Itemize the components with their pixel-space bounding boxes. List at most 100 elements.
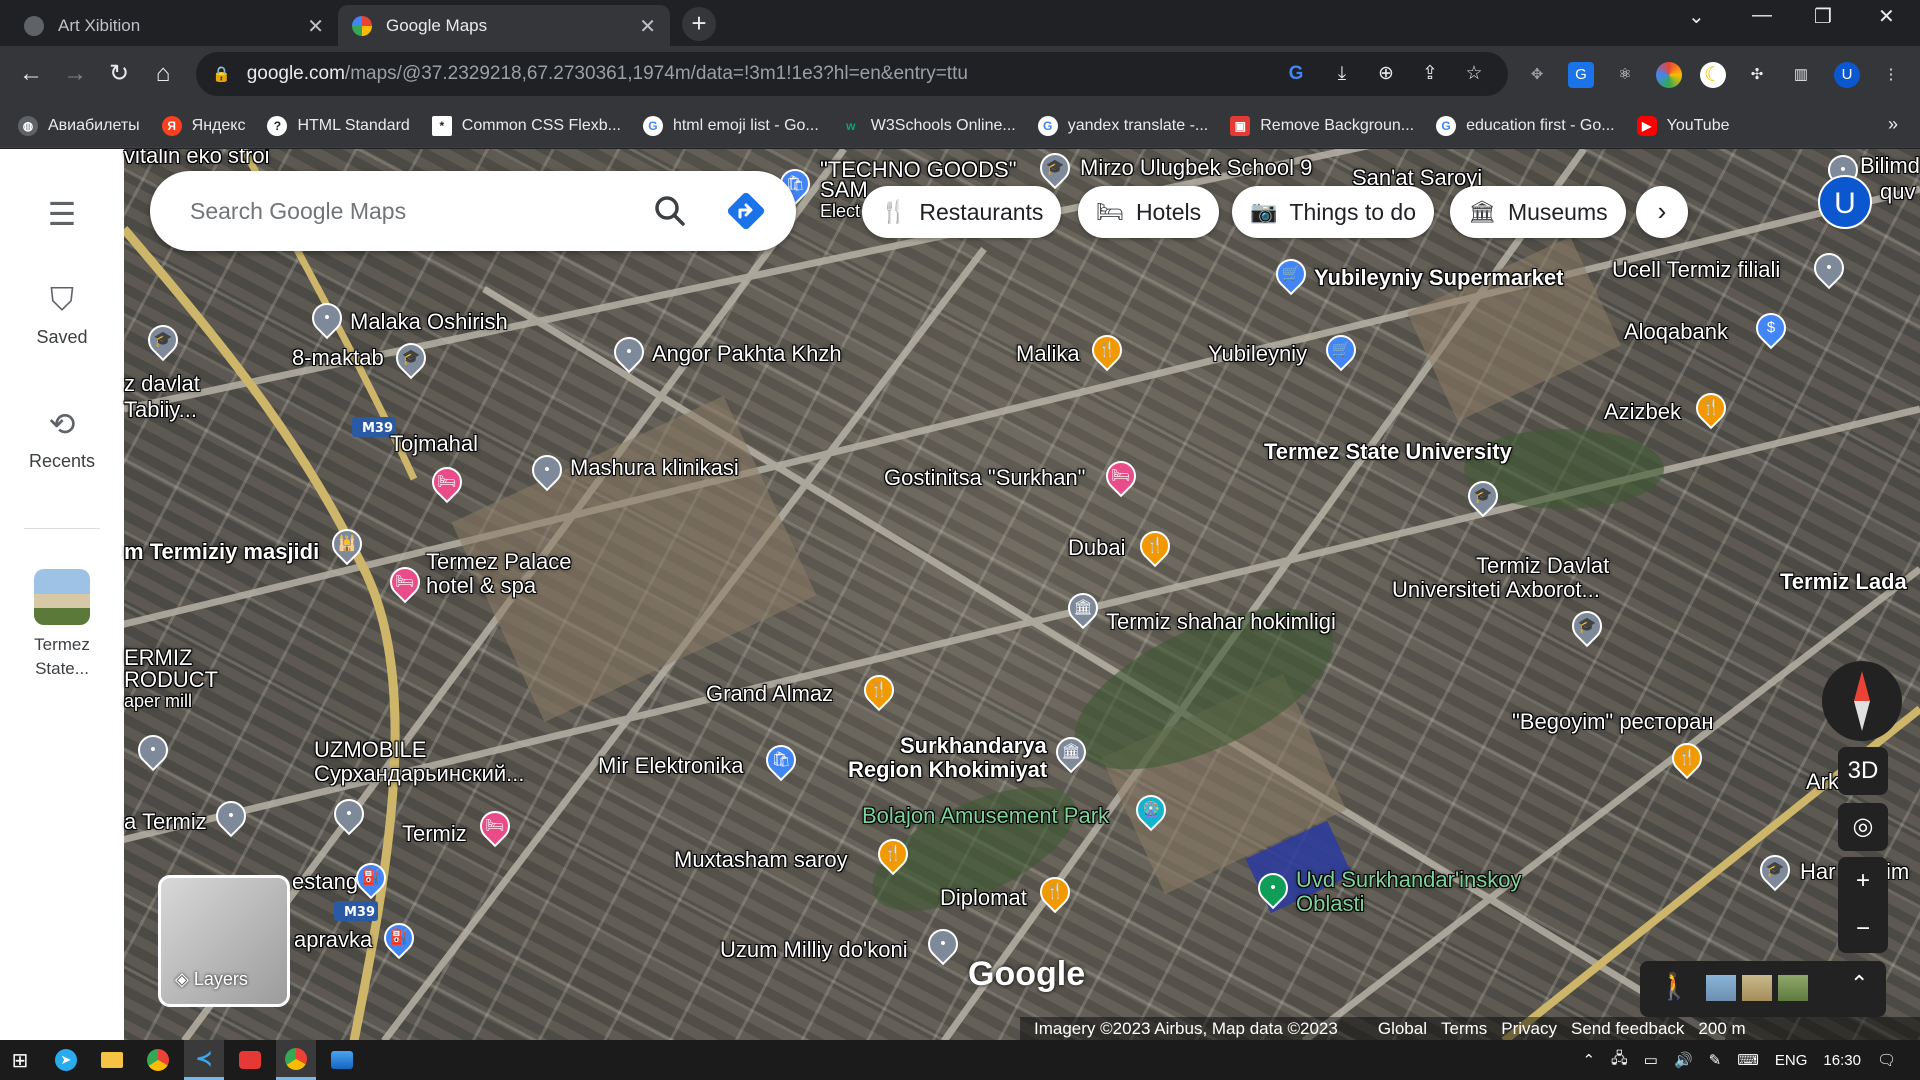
chip-restaurants[interactable]: 🍴 Restaurants [862, 186, 1062, 238]
photos-icon[interactable] [322, 1040, 362, 1080]
telegram-icon[interactable]: ➤ [46, 1040, 86, 1080]
search-input[interactable] [190, 193, 630, 229]
send-feedback-link[interactable]: Send feedback [1571, 1019, 1684, 1039]
file-explorer-icon[interactable] [92, 1040, 132, 1080]
imagery-thumbnail[interactable] [1706, 975, 1736, 1001]
close-window-button[interactable]: ✕ [1878, 4, 1895, 29]
bookmark-item[interactable]: * Common CSS Flexb... [431, 115, 621, 136]
volume-icon[interactable]: 🔊 [1674, 1051, 1693, 1069]
bookmark-item[interactable]: w W3Schools Online... [841, 116, 1016, 136]
directions-icon[interactable] [724, 189, 768, 233]
zoom-out-button[interactable]: − [1838, 905, 1888, 953]
place-label[interactable]: Termiz shahar hokimligi [1106, 609, 1336, 635]
screen-recorder-icon[interactable] [230, 1040, 270, 1080]
place-label[interactable]: a Termiz [124, 809, 207, 835]
place-label[interactable]: Dubai [1068, 535, 1125, 561]
place-label[interactable]: Azizbek [1604, 399, 1681, 425]
place-label[interactable]: Bilimd [1860, 153, 1920, 179]
new-tab-button[interactable]: + [682, 7, 716, 41]
bookmark-item[interactable]: ▶ YouTube [1636, 115, 1729, 136]
bookmark-item[interactable]: Я Яндекс [161, 115, 245, 136]
place-label[interactable]: hotel & spa [426, 573, 536, 599]
zoom-icon[interactable]: ⊕ [1374, 62, 1398, 86]
place-label[interactable]: Bolajon Amusement Park [862, 803, 1109, 829]
place-label[interactable]: RODUCT [124, 667, 218, 693]
chrome-icon[interactable] [138, 1040, 178, 1080]
chevron-up-icon[interactable]: ⌃ [1850, 971, 1868, 997]
place-label[interactable]: Yubileyniy [1208, 341, 1307, 367]
place-label[interactable]: Termiz Lada [1780, 569, 1907, 595]
chip-things-to-do[interactable]: 📷 Things to do [1232, 186, 1434, 238]
place-label[interactable]: "Begoyim" ресторан [1512, 709, 1713, 735]
place-label[interactable]: Oblasti [1296, 891, 1364, 917]
windows-start-icon[interactable]: ⊞ [0, 1040, 40, 1080]
place-label[interactable]: Mir Elektronika [598, 753, 743, 779]
place-label[interactable]: Grand Almaz [706, 681, 833, 707]
reload-button[interactable]: ↻ [104, 59, 134, 89]
place-label[interactable]: z davlat [124, 371, 200, 397]
pegman-icon[interactable]: 🚶 [1658, 971, 1690, 1002]
chrome-active-icon[interactable] [276, 1040, 316, 1080]
bookmark-item[interactable]: Geducation first - Go... [1436, 115, 1615, 136]
menu-button[interactable]: ☰ [0, 195, 124, 241]
my-location-button[interactable]: ◎ [1838, 803, 1888, 851]
place-label[interactable]: m Termiziy masjidi [124, 539, 319, 565]
scale-bar[interactable]: 200 m [1698, 1019, 1745, 1039]
bookmark-item[interactable]: Gyandex translate -... [1037, 115, 1208, 136]
place-label[interactable]: Ark [1806, 769, 1839, 795]
dark-mode-icon[interactable]: ☾ [1700, 62, 1726, 88]
extension-move-icon[interactable]: ✥ [1524, 62, 1550, 88]
account-avatar[interactable]: U [1818, 175, 1872, 229]
share-icon[interactable]: ⇪ [1418, 62, 1442, 86]
place-label[interactable]: vitalin eko stroi [124, 149, 270, 169]
place-label[interactable]: Termiz Davlat [1476, 553, 1609, 579]
bookmark-star-icon[interactable]: ☆ [1462, 62, 1486, 86]
saved-button[interactable]: ⛉ Saved [0, 281, 124, 348]
react-devtools-icon[interactable]: ⚛ [1612, 62, 1638, 88]
place-label[interactable]: Gostinitsa "Surkhan" [884, 465, 1086, 491]
place-label[interactable]: aper mill [124, 691, 192, 712]
terms-link[interactable]: Terms [1441, 1019, 1487, 1039]
network-icon[interactable]: 🖧 [1611, 1048, 1628, 1073]
place-label[interactable]: Malika [1016, 341, 1080, 367]
pen-icon[interactable]: ✎ [1709, 1051, 1722, 1069]
bookmark-item[interactable]: ◍ Авиабилеты [18, 115, 140, 136]
place-label[interactable]: quv [1880, 179, 1915, 205]
chip-hotels[interactable]: 🛏 Hotels [1078, 186, 1220, 238]
place-label[interactable]: UZMOBILE [314, 737, 426, 763]
place-label[interactable]: Termez Palace [426, 549, 572, 575]
place-label[interactable]: Tojmahal [390, 431, 478, 457]
tab-google-maps[interactable]: Google Maps ✕ [338, 5, 670, 46]
tab-search-icon[interactable]: ⌄ [1688, 4, 1705, 29]
place-label[interactable]: Har [1800, 859, 1835, 885]
place-label[interactable]: Termez State University [1264, 439, 1512, 465]
place-label[interactable]: Сурхандарьинский... [314, 761, 525, 787]
bookmark-item[interactable]: Ghtml emoji list - Go... [642, 115, 819, 136]
global-link[interactable]: Global [1378, 1019, 1427, 1039]
place-label[interactable]: Mirzo Ulugbek School 9 [1080, 155, 1312, 181]
minimize-button[interactable]: — [1752, 4, 1772, 27]
bookmark-item[interactable]: ▣ Remove Backgroun... [1230, 115, 1414, 136]
place-label[interactable]: Termiz [402, 821, 467, 847]
layers-button[interactable]: ◈ Layers [158, 875, 290, 1007]
home-button[interactable]: ⌂ [148, 59, 178, 89]
place-label[interactable]: estang [292, 869, 358, 895]
place-label[interactable]: 8-maktab [292, 345, 384, 371]
place-label[interactable]: Surkhandarya [900, 733, 1047, 759]
privacy-link[interactable]: Privacy [1501, 1019, 1557, 1039]
bookmark-item[interactable]: ? HTML Standard [267, 115, 410, 136]
recent-place-item[interactable]: Termez State... [0, 569, 124, 681]
close-icon[interactable]: ✕ [307, 14, 324, 39]
zoom-in-button[interactable]: + [1838, 857, 1888, 905]
place-label[interactable]: Universiteti Axborot... [1392, 577, 1600, 603]
place-label[interactable]: Aloqabank [1624, 319, 1728, 345]
chevron-up-icon[interactable]: ⌃ [1582, 1051, 1595, 1069]
place-label[interactable]: Tabiiy... [124, 397, 197, 423]
back-button[interactable]: ← [16, 59, 46, 89]
chevron-right-icon[interactable]: » [1888, 114, 1898, 135]
lock-icon[interactable]: 🔒 [212, 65, 231, 83]
place-label[interactable]: Uzum Milliy do'koni [720, 937, 908, 963]
forward-button[interactable]: → [60, 59, 90, 89]
place-label[interactable]: apravka [294, 927, 372, 953]
place-label[interactable]: Yubileyniy Supermarket [1314, 265, 1563, 291]
